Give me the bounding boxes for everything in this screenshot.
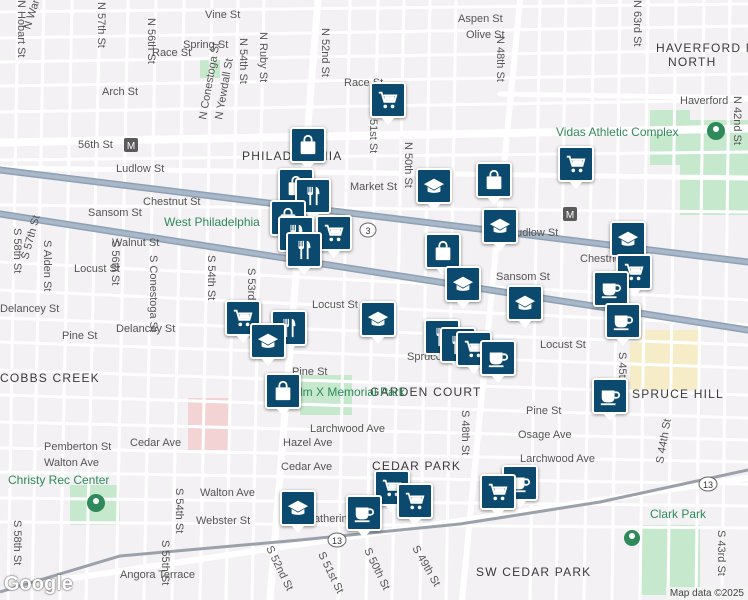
street-label: Arch St [102,86,138,98]
street-label: S 58th St [11,520,23,565]
transit-station-56th[interactable]: M [124,138,138,152]
park-label: Christy Rec Center [8,473,109,487]
street-label: S 54th St [173,488,185,533]
street-label: Cedar Ave [130,437,181,449]
poi-pin-cup[interactable] [480,340,516,383]
street-label: N Ruby St [257,32,269,82]
street-label: 56th St [78,139,113,151]
poi-pin-bag[interactable] [476,162,512,205]
campus-area [630,330,700,390]
street-label: Sansom St [88,207,142,219]
street-label: N 52nd St [319,28,331,77]
svg-text:M: M [566,210,574,221]
street-label: Angora Terrace [120,569,195,581]
svg-text:13: 13 [332,536,342,546]
park-label: Vidas Athletic Complex [556,125,679,139]
street-label: Delancey St [0,303,59,315]
street-label: Locust St [540,339,586,351]
park-marker-icon[interactable] [707,122,725,140]
poi-pin-cup[interactable] [346,495,382,538]
street-label: Delancey St [116,323,175,335]
poi-pin-school[interactable] [507,285,543,328]
park-label: Clark Park [650,507,707,521]
street-label: S 43rd St [715,530,727,576]
transit-station-46th[interactable]: M [563,207,577,221]
street-label: Walton Ave [200,487,255,499]
street-label: N 57th St [95,2,107,48]
park-label: West Philadelphia [164,215,260,229]
poi-pin-school[interactable] [445,266,481,309]
street-label: Haverford [680,95,728,107]
poi-pin-cart[interactable] [370,82,406,125]
street-label: Walton Ave [44,457,99,469]
street-label: S 56th St [109,240,121,285]
street-label: Cedar Ave [281,461,332,473]
street-label: Webster St [196,515,250,527]
street-label: Vine St [205,9,240,21]
street-label: Aspen St [458,13,503,25]
poi-pin-cup[interactable] [605,303,641,346]
street-label: Pemberton St [44,441,111,453]
street-label: S 48th St [459,410,471,455]
poi-pin-bag[interactable] [265,373,301,416]
street-label: S 49th St [409,544,442,589]
poi-pin-bag[interactable] [290,127,326,170]
poi-pin-cart[interactable] [558,146,594,189]
poi-pin-school[interactable] [250,323,286,366]
street-label: Locust St [312,299,358,311]
poi-pin-bag[interactable] [425,233,461,276]
street-label: S Conestoga St [147,255,159,332]
poi-pin-school[interactable] [280,490,316,533]
street-label: S 54th St [205,255,217,300]
route-shield-13: 13 [327,532,347,548]
park-marker-icon[interactable] [87,494,105,512]
street-label: Sansom St [496,271,550,283]
poi-pin-school[interactable] [360,301,396,344]
poi-pin-school[interactable] [610,221,646,264]
street-label: Larchwood Ave [310,423,385,435]
google-logo: Google [4,573,73,595]
route-shield-13: 13 [698,476,718,492]
street-label: Pine St [62,330,97,342]
poi-pin-school[interactable] [416,168,452,211]
route-shield-3: 3 [359,222,377,238]
poi-pin-school[interactable] [482,208,518,251]
poi-pin-fork[interactable] [286,232,322,275]
neighborhood-label: SW CEDAR PARK [476,565,591,579]
neighborhood-label: SPRUCE HILL [632,387,724,401]
street-label: N 54th St [237,38,249,84]
street-label: Pine St [526,405,561,417]
street-label: Chestnut St [143,196,200,208]
poi-pin-cup[interactable] [592,378,628,421]
street-label: S 55th St [159,540,171,585]
street-label: S 51st St [315,550,345,595]
street-label: N 56th St [145,18,157,64]
street-label: Hazel Ave [283,437,332,449]
street-label: Larchwood Ave [520,453,595,465]
street-label: N 63rd St [631,0,643,46]
street-label: N 50th St [402,142,414,188]
neighborhood-label: HAVERFORD NORTH [656,41,748,55]
street-label: Ludlow St [116,163,164,175]
hospital-area [188,398,230,450]
svg-text:M: M [127,141,135,152]
street-label: Market St [350,181,397,193]
street-label: N 42nd St [731,96,743,145]
svg-text:3: 3 [365,226,370,236]
neighborhood-label: COBBS CREEK [0,371,100,385]
street-label: S Alden St [41,240,53,291]
street-label: N 48th St [494,36,506,82]
street-label: Osage Ave [518,429,572,441]
svg-text:13: 13 [703,480,713,490]
park-marker-icon[interactable] [624,530,640,546]
neighborhood-label: NORTH [668,55,716,69]
poi-pin-cart[interactable] [480,474,516,517]
map-attribution[interactable]: Map data ©2025 [665,587,748,600]
poi-pin-cart[interactable] [397,483,433,526]
poi-pin-cup[interactable] [593,271,629,314]
